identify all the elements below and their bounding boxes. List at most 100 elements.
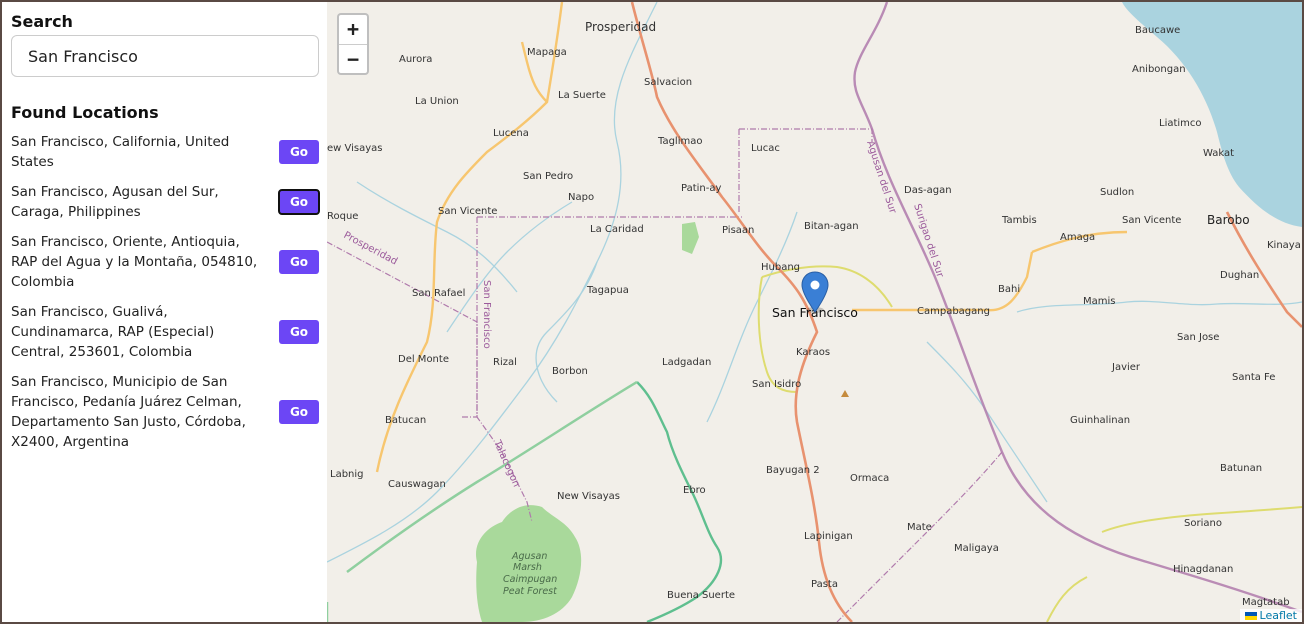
place-label: Kinaya <box>1267 240 1301 251</box>
place-label: Liatimco <box>1159 118 1202 129</box>
place-label: Tagapua <box>586 285 629 296</box>
zoom-control: + − <box>337 13 369 75</box>
zoom-out-button[interactable]: − <box>339 44 367 73</box>
place-label: Batucan <box>385 415 426 426</box>
result-text: San Francisco, Gualivá, Cundinamarca, RA… <box>11 304 215 360</box>
place-label: Karaos <box>796 347 830 358</box>
result-item: San Francisco, Gualivá, Cundinamarca, RA… <box>11 302 319 362</box>
place-label: Sudlon <box>1100 187 1134 198</box>
place-label: Dughan <box>1220 270 1259 281</box>
place-label: Buena Suerte <box>667 590 735 601</box>
place-label: Ebro <box>683 485 706 496</box>
place-label: Lucac <box>751 143 780 154</box>
place-label: Wakat <box>1203 148 1234 159</box>
place-label: Soriano <box>1184 518 1222 529</box>
place-label: Maligaya <box>954 543 999 554</box>
place-label: San Vicente <box>438 206 497 217</box>
place-label: Labnig <box>330 469 364 480</box>
place-label: Tambis <box>1001 215 1037 226</box>
place-label: ew Visayas <box>327 143 383 154</box>
result-item: San Francisco, Oriente, Antioquia, RAP d… <box>11 232 319 292</box>
place-label: San Vicente <box>1122 215 1181 226</box>
go-button[interactable]: Go <box>278 189 320 215</box>
result-item: San Francisco, California, United States… <box>11 132 319 172</box>
place-label: Surigao del Sur <box>911 203 945 280</box>
place-label: Del Monte <box>398 354 449 365</box>
result-text: San Francisco, Municipio de San Francisc… <box>11 374 246 450</box>
place-label: San Jose <box>1177 332 1219 343</box>
place-label: San Rafael <box>412 288 465 299</box>
place-label: Anibongan <box>1132 64 1186 75</box>
place-label: Bayugan 2 <box>766 465 820 476</box>
result-item: San Francisco, Agusan del Sur, Caraga, P… <box>11 182 320 222</box>
place-label: Hinagdanan <box>1173 564 1233 575</box>
place-label: Ormaca <box>850 473 889 484</box>
place-label: Ladgadan <box>662 357 711 368</box>
place-label: Patin-ay <box>681 183 721 194</box>
place-label: New Visayas <box>557 491 620 502</box>
place-label: Mapaga <box>527 47 567 58</box>
place-label: Caimpugan <box>503 574 557 585</box>
go-button[interactable]: Go <box>279 250 319 274</box>
found-locations-heading: Found Locations <box>11 103 159 122</box>
result-item: San Francisco, Municipio de San Francisc… <box>11 372 319 452</box>
place-label: Agusan del Sur <box>864 140 898 216</box>
place-label: Agusan <box>511 551 547 562</box>
place-label: Borbon <box>552 366 588 377</box>
place-label: Rizal <box>493 357 517 368</box>
place-label: Lucena <box>493 128 529 139</box>
place-label: La Union <box>415 96 459 107</box>
peak-icon <box>841 390 849 397</box>
place-label: Batunan <box>1220 463 1262 474</box>
go-button[interactable]: Go <box>279 400 319 424</box>
place-label: Barobo <box>1207 213 1250 227</box>
go-button[interactable]: Go <box>279 140 319 164</box>
place-label: San Isidro <box>752 379 801 390</box>
place-label: Prosperidad <box>585 20 656 34</box>
place-label: Campabagang <box>917 306 990 317</box>
app-frame: Search Found Locations San Francisco, Ca… <box>2 2 1302 622</box>
place-label: Das-agan <box>904 185 952 196</box>
place-label: Marsh <box>513 562 542 573</box>
place-label: Salvacion <box>644 77 692 88</box>
ukraine-flag-icon <box>1244 611 1257 620</box>
result-text: San Francisco, California, United States <box>11 134 230 170</box>
place-label: Mamis <box>1083 296 1116 307</box>
place-label: Taglimao <box>657 136 702 147</box>
place-label: Lapinigan <box>804 531 853 542</box>
place-label: Santa Fe <box>1232 372 1275 383</box>
place-label: Baucawe <box>1135 25 1180 36</box>
map-attribution: Leaflet <box>1239 609 1302 622</box>
place-label: Guinhalinan <box>1070 415 1130 426</box>
place-label: La Suerte <box>558 90 606 101</box>
place-label: La Caridad <box>590 224 644 235</box>
place-label: Talacogon <box>491 438 522 489</box>
place-label: Causwagan <box>388 479 446 490</box>
place-label: Pisaan <box>722 225 754 236</box>
park-small <box>682 222 699 254</box>
place-label: Roque <box>327 211 358 222</box>
place-label: Bitan-agan <box>804 221 859 232</box>
place-label: Pasta <box>811 579 838 590</box>
place-label: Javier <box>1111 362 1141 373</box>
map-tiles: Prosperidad Aurora Mapaga Salvacion La U… <box>327 2 1302 622</box>
result-text: San Francisco, Agusan del Sur, Caraga, P… <box>11 184 219 220</box>
place-label: Peat Forest <box>503 586 558 597</box>
search-heading: Search <box>11 12 73 31</box>
place-label: San Francisco <box>481 280 492 349</box>
place-label: San Pedro <box>523 171 573 182</box>
map-view[interactable]: Prosperidad Aurora Mapaga Salvacion La U… <box>327 2 1302 622</box>
zoom-in-button[interactable]: + <box>339 15 367 44</box>
place-label: Prosperidad <box>342 230 400 268</box>
place-label: Hubang <box>761 262 800 273</box>
attribution-link[interactable]: Leaflet <box>1260 609 1297 622</box>
sidebar: Search Found Locations San Francisco, Ca… <box>2 2 327 622</box>
go-button[interactable]: Go <box>279 320 319 344</box>
place-label: Mate <box>907 522 932 533</box>
result-text: San Francisco, Oriente, Antioquia, RAP d… <box>11 234 258 290</box>
place-label: Napo <box>568 192 594 203</box>
place-label: Bahi <box>998 284 1020 295</box>
search-input[interactable] <box>11 35 319 77</box>
place-label: Amaga <box>1060 232 1095 243</box>
place-label: Aurora <box>399 54 432 65</box>
